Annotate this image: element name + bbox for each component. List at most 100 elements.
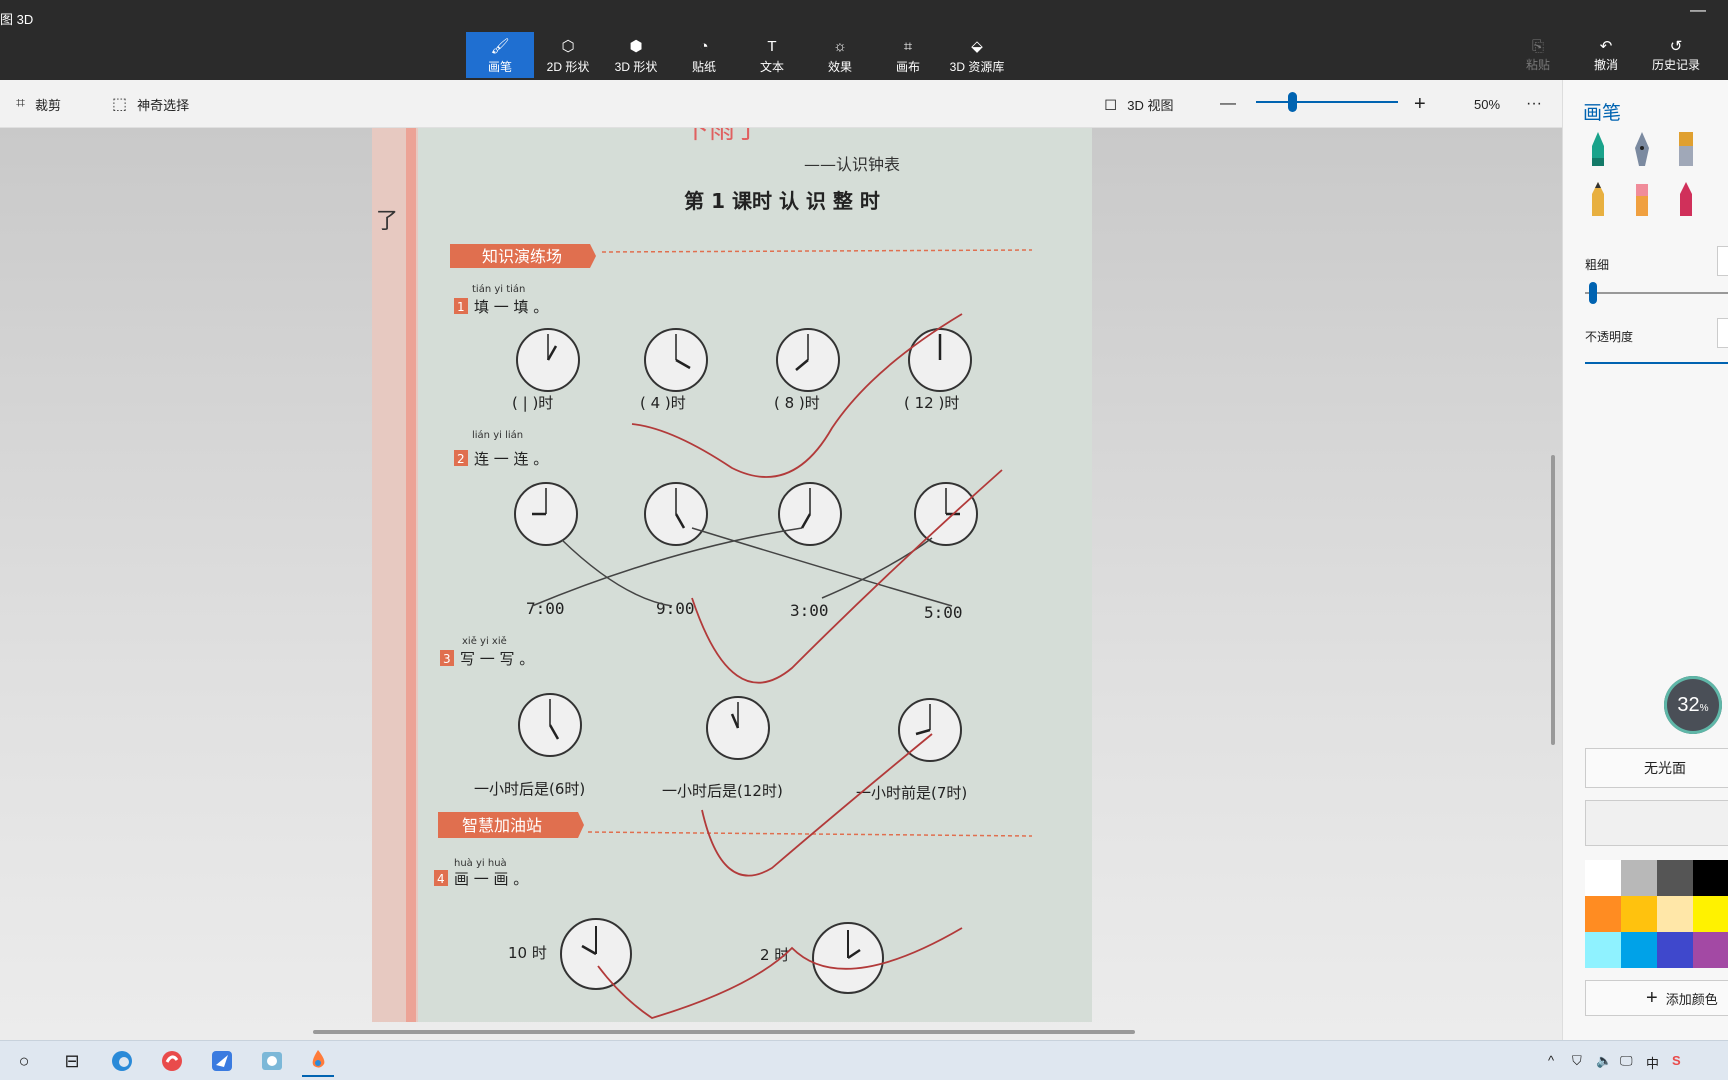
- zoom-slider-track[interactable]: [1256, 101, 1398, 103]
- color-swatch[interactable]: [1585, 860, 1621, 896]
- zoom-in-button[interactable]: +: [1414, 80, 1426, 128]
- red-pen-stroke-4: [597, 927, 963, 1019]
- title-bar: 图 3D — 🖌 画笔 ⬡ 2D 形状 ⬢ 3D 形状 ◔ 贴纸 T 文本 ☼ …: [0, 0, 1728, 80]
- view3d-icon: ◻: [1104, 96, 1118, 113]
- volume-icon[interactable]: 🔈: [1596, 1053, 1612, 1069]
- color-swatch[interactable]: [1657, 932, 1693, 968]
- worksheet-svg: 了 下雨了 ——认识钟表 第 1 课时 认 识 整 时 知识演练场 tián y…: [372, 128, 1033, 1022]
- color-swatch[interactable]: [1621, 896, 1657, 932]
- feishu-icon[interactable]: [206, 1045, 238, 1077]
- finish-dropdown[interactable]: 无光面: [1585, 748, 1728, 788]
- oil-brush-icon[interactable]: [1671, 130, 1701, 170]
- more-options-button[interactable]: ···: [1526, 80, 1542, 128]
- q2-number: 2: [457, 452, 465, 466]
- q2-connection-lines: [531, 527, 953, 607]
- library-icon: ⬙: [971, 38, 983, 55]
- pencil-icon[interactable]: [1583, 180, 1613, 220]
- color-swatch[interactable]: [1621, 860, 1657, 896]
- network-icon[interactable]: 🖵: [1620, 1053, 1633, 1069]
- color-swatch[interactable]: [1657, 896, 1693, 932]
- selected-color-preview[interactable]: [1585, 800, 1728, 846]
- tool-3d-library[interactable]: ⬙ 3D 资源库: [942, 32, 1012, 78]
- q2-clock-4: [914, 482, 978, 546]
- brush-icon: 🖌: [490, 38, 510, 55]
- q1-clock-2: [644, 328, 708, 392]
- color-swatch[interactable]: [1585, 932, 1621, 968]
- shield-icon[interactable]: ⛉: [1572, 1053, 1582, 1069]
- performance-widget[interactable]: 32%: [1664, 676, 1722, 734]
- tool-effects[interactable]: ☼ 效果: [806, 32, 874, 78]
- marker-brush-icon[interactable]: [1583, 130, 1613, 170]
- tool-3d-shapes[interactable]: ⬢ 3D 形状: [602, 32, 670, 78]
- q1-prompt: 填 一 填 。: [474, 298, 548, 316]
- sogou-icon[interactable]: [156, 1045, 188, 1077]
- q2-time-4: 5:00: [924, 603, 963, 622]
- paste-button[interactable]: ⎘ 粘贴: [1508, 38, 1568, 73]
- q2-time-2: 9:00: [656, 599, 695, 618]
- opacity-slider[interactable]: [1585, 362, 1728, 364]
- minimize-button[interactable]: —: [1690, 2, 1706, 20]
- color-swatch[interactable]: [1621, 932, 1657, 968]
- lesson-title: 第 1 课时 认 识 整 时: [684, 189, 880, 213]
- horizontal-scrollbar[interactable]: [313, 1030, 1135, 1034]
- magic-select-button[interactable]: ⬚ 神奇选择: [112, 80, 189, 128]
- tray-overflow-icon[interactable]: ^: [1548, 1053, 1554, 1068]
- q4-prompt: 画 一 画 。: [454, 870, 528, 888]
- brush-panel: 画笔 粗细 不透明度 无光面 + 添加颜色: [1562, 80, 1728, 1040]
- task-view-icon[interactable]: ⊟: [56, 1045, 88, 1077]
- tool-canvas[interactable]: ⌗ 画布: [874, 32, 942, 78]
- q1-blank-2: ( 4 )时: [640, 394, 686, 412]
- q3-answer-3: 一小时前是(7时): [856, 784, 967, 802]
- section2-title: 智慧加油站: [462, 816, 542, 835]
- q2-time-1: 7:00: [526, 599, 565, 618]
- ime-icon[interactable]: 中: [1646, 1053, 1659, 1072]
- eraser-icon[interactable]: [1627, 180, 1657, 220]
- color-swatch[interactable]: [1657, 860, 1693, 896]
- canvas-icon: ⌗: [903, 38, 913, 55]
- color-swatch[interactable]: [1585, 896, 1621, 932]
- add-color-button[interactable]: + 添加颜色: [1585, 980, 1728, 1016]
- q1-clock-3: [776, 328, 840, 392]
- image-app-icon[interactable]: [256, 1045, 288, 1077]
- thickness-slider-thumb[interactable]: [1589, 282, 1597, 304]
- tool-2d-shapes[interactable]: ⬡ 2D 形状: [534, 32, 602, 78]
- thickness-slider[interactable]: [1585, 292, 1728, 294]
- q2-time-3: 3:00: [790, 601, 829, 620]
- thickness-input[interactable]: [1717, 246, 1728, 276]
- color-swatch[interactable]: [1693, 932, 1728, 968]
- edge-browser-icon[interactable]: [106, 1045, 138, 1077]
- color-swatch[interactable]: [1693, 860, 1728, 896]
- q3-prompt: 写 一 写 。: [460, 650, 534, 668]
- page-edge: [406, 128, 416, 1022]
- color-swatch[interactable]: [1693, 896, 1728, 932]
- q2-pinyin: lián yi lián: [472, 429, 523, 441]
- thickness-label: 粗细: [1585, 258, 1610, 272]
- history-button[interactable]: ↺ 历史记录: [1644, 38, 1708, 73]
- crayon-icon[interactable]: [1671, 180, 1701, 220]
- worksheet-photo[interactable]: 了 下雨了 ——认识钟表 第 1 课时 认 识 整 时 知识演练场 tián y…: [372, 128, 1092, 1022]
- taskbar: ○ ⊟ ^ ⛉ 🔈 🖵 中 S: [0, 1040, 1728, 1080]
- zoom-slider-thumb[interactable]: [1287, 92, 1297, 112]
- start-button[interactable]: ○: [8, 1045, 40, 1077]
- sticker-icon: ◔: [699, 38, 709, 55]
- q4-pinyin: huà yi huà: [454, 857, 507, 869]
- worksheet-subtitle: ——认识钟表: [804, 155, 900, 174]
- paint3d-icon[interactable]: [302, 1045, 334, 1077]
- tool-text[interactable]: T 文本: [738, 32, 806, 78]
- q2-clock-2: [644, 482, 708, 546]
- tool-stickers[interactable]: ◔ 贴纸: [670, 32, 738, 78]
- plus-icon: +: [1646, 986, 1658, 1009]
- sogou-ime-icon[interactable]: S: [1672, 1053, 1681, 1068]
- view-3d-button[interactable]: ◻ 3D 视图: [1104, 80, 1174, 128]
- q2-clock-3: [778, 482, 842, 546]
- crop-button[interactable]: ⌗ 裁剪: [16, 80, 61, 128]
- undo-button[interactable]: ↶ 撤消: [1576, 38, 1636, 73]
- paste-icon: ⎘: [1531, 38, 1544, 55]
- calligraphy-pen-icon[interactable]: [1627, 130, 1657, 170]
- opacity-input[interactable]: [1717, 318, 1728, 348]
- zoom-out-button[interactable]: —: [1220, 80, 1236, 128]
- q3-answer-1: 一小时后是(6时): [474, 780, 585, 798]
- tool-brush[interactable]: 🖌 画笔: [466, 32, 534, 78]
- vertical-scrollbar[interactable]: [1551, 455, 1555, 745]
- q3-clock-2: [706, 696, 770, 760]
